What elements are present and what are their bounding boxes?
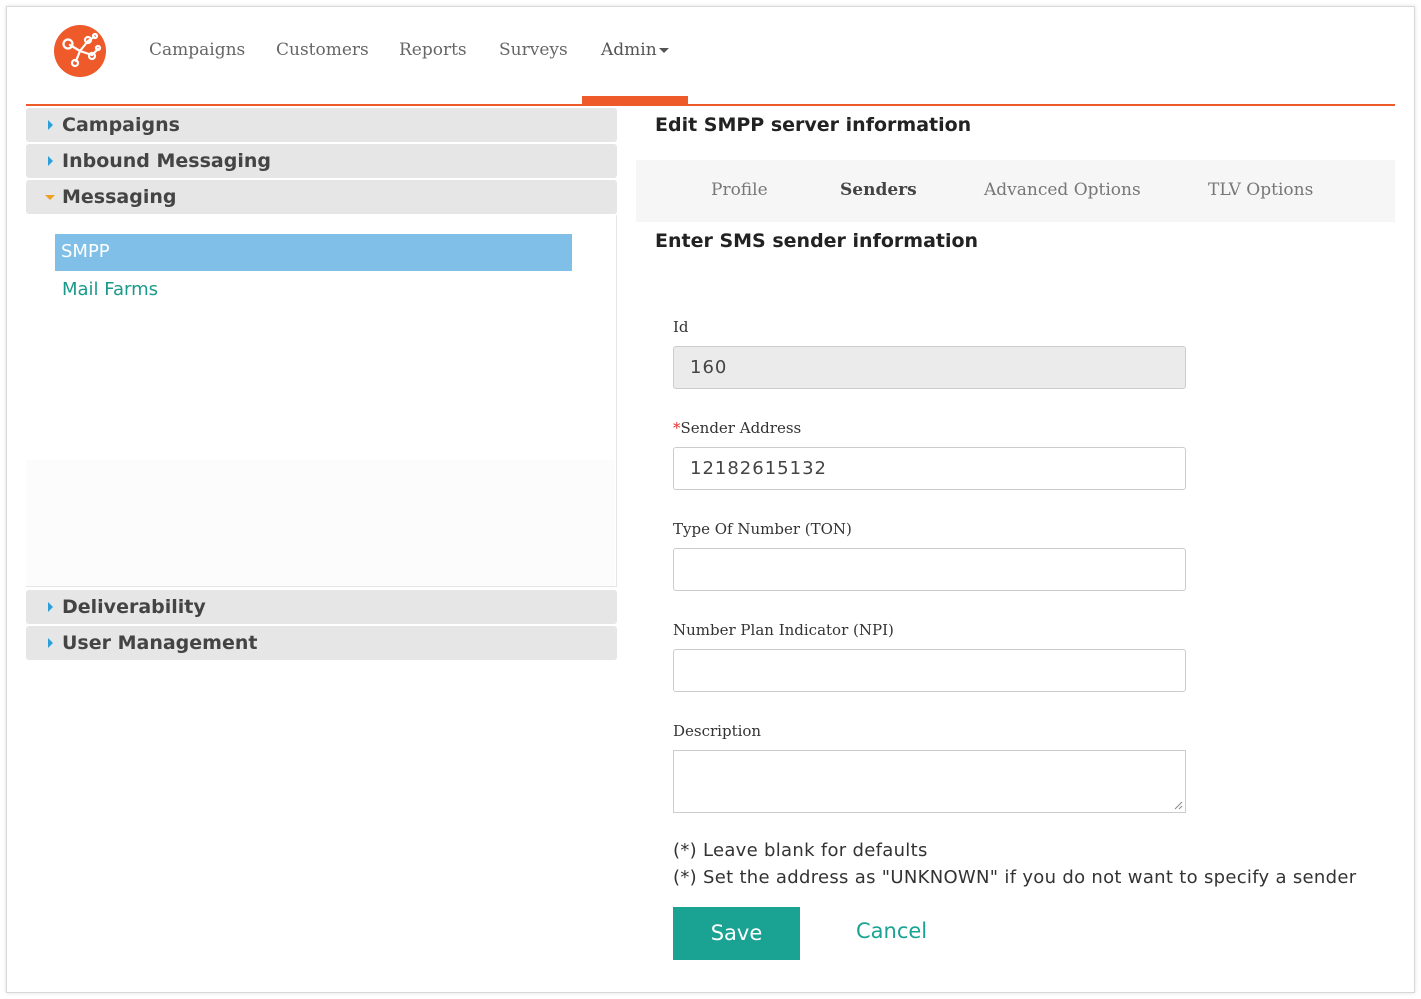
- nav-active-indicator: [582, 96, 688, 104]
- sidebar-item-smpp[interactable]: SMPP: [55, 234, 572, 271]
- id-label: Id: [673, 318, 689, 336]
- caret-right-icon: [48, 638, 53, 648]
- caret-right-icon: [48, 602, 53, 612]
- nav-item-admin[interactable]: Admin: [601, 40, 669, 60]
- section-title: Enter SMS sender information: [655, 230, 979, 252]
- required-mark: *: [673, 419, 681, 437]
- sender-address-label-text: Sender Address: [680, 419, 802, 437]
- cancel-button[interactable]: Cancel: [856, 919, 927, 943]
- description-label: Description: [673, 722, 762, 740]
- sidebar-section-campaigns[interactable]: Campaigns: [26, 108, 617, 142]
- nav-item-campaigns[interactable]: Campaigns: [149, 40, 245, 60]
- help-note-unknown: (*) Set the address as "UNKNOWN" if you …: [673, 867, 1357, 888]
- nav-admin-label: Admin: [601, 40, 657, 60]
- id-field: 160: [673, 346, 1186, 389]
- sidebar-section-inbound-messaging[interactable]: Inbound Messaging: [26, 144, 617, 178]
- sidebar-section-label: Deliverability: [62, 596, 206, 618]
- sidebar-section-label: Messaging: [62, 186, 177, 208]
- npi-label: Number Plan Indicator (NPI): [673, 621, 894, 639]
- caret-right-icon: [48, 156, 53, 166]
- sidebar-section-label: User Management: [62, 632, 258, 654]
- tab-tlv-options[interactable]: TLV Options: [1208, 180, 1313, 200]
- help-note-defaults: (*) Leave blank for defaults: [673, 840, 928, 861]
- resize-grip-icon[interactable]: [1173, 800, 1183, 810]
- brand-logo-icon[interactable]: [54, 25, 106, 77]
- caret-right-icon: [48, 120, 53, 130]
- sidebar-messaging-panel: SMPP Mail Farms: [26, 215, 617, 587]
- chevron-down-icon: [658, 48, 669, 53]
- sender-address-input[interactable]: 12182615132: [673, 447, 1186, 490]
- sidebar-item-mail-farms[interactable]: Mail Farms: [62, 279, 158, 300]
- npi-input[interactable]: [673, 649, 1186, 692]
- ton-label: Type Of Number (TON): [673, 520, 852, 538]
- tab-advanced-options[interactable]: Advanced Options: [984, 180, 1141, 200]
- sidebar-section-deliverability[interactable]: Deliverability: [26, 590, 617, 624]
- sidebar-section-messaging[interactable]: Messaging: [26, 180, 617, 214]
- nav-item-surveys[interactable]: Surveys: [499, 40, 568, 60]
- save-button[interactable]: Save: [673, 907, 800, 960]
- nav-divider: [26, 104, 1395, 106]
- tab-profile[interactable]: Profile: [711, 180, 768, 200]
- sidebar-section-label: Campaigns: [62, 114, 180, 136]
- description-textarea[interactable]: [673, 750, 1186, 813]
- nav-item-customers[interactable]: Customers: [276, 40, 369, 60]
- caret-down-icon: [45, 195, 55, 200]
- tab-bar: Profile Senders Advanced Options TLV Opt…: [636, 160, 1395, 222]
- sidebar-item-label: SMPP: [61, 241, 110, 262]
- sidebar-section-user-management[interactable]: User Management: [26, 626, 617, 660]
- tab-senders[interactable]: Senders: [840, 180, 917, 200]
- nav-item-reports[interactable]: Reports: [399, 40, 467, 60]
- page-title: Edit SMPP server information: [655, 114, 972, 136]
- sidebar-section-label: Inbound Messaging: [62, 150, 271, 172]
- ton-input[interactable]: [673, 548, 1186, 591]
- sender-address-label: *Sender Address: [673, 419, 801, 437]
- panel-background: [26, 460, 615, 586]
